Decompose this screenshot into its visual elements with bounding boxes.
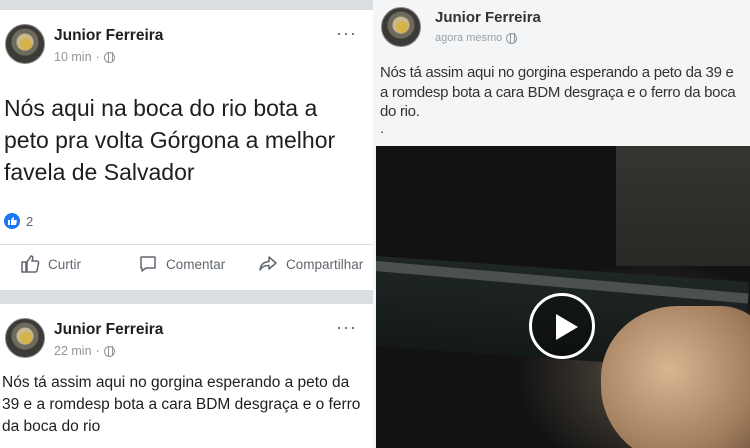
avatar[interactable] [381, 7, 421, 47]
like-button[interactable]: Curtir [20, 254, 81, 274]
post-header: Junior Ferreira 22 min · ··· [0, 304, 373, 364]
more-icon[interactable]: ··· [336, 23, 357, 44]
post-time[interactable]: 10 min [54, 50, 92, 64]
trailing-dot: . [380, 120, 384, 136]
author-name[interactable]: Junior Ferreira [435, 9, 541, 26]
post-text: Nós tá assim aqui no gorgina esperando a… [2, 374, 361, 435]
post-text: Nós aqui na boca do rio bota a peto pra … [4, 95, 336, 185]
divider [0, 244, 373, 245]
comment-icon [140, 256, 156, 272]
post-card: Junior Ferreira 10 min · ··· Nós aqui na… [0, 10, 373, 290]
video-player[interactable] [376, 146, 750, 448]
separator-dot: · [95, 50, 100, 64]
separator-dot: · [95, 344, 100, 358]
play-icon[interactable] [529, 293, 595, 359]
comment-button[interactable]: Comentar [138, 254, 225, 274]
post-text: Nós tá assim aqui no gorgina esperando a… [380, 64, 736, 120]
reaction-count: 2 [26, 213, 34, 229]
avatar[interactable] [5, 318, 45, 358]
feed-left: Junior Ferreira 10 min · ··· Nós aqui na… [0, 0, 373, 448]
post-time[interactable]: 22 min [54, 344, 92, 358]
post-card: Junior Ferreira 22 min · ··· Nós tá assi… [0, 304, 373, 448]
like-icon [21, 255, 40, 273]
more-icon[interactable]: ··· [336, 317, 357, 338]
post-meta: agora mesmo [435, 32, 518, 44]
video-frame-hand [601, 306, 750, 448]
post-header: Junior Ferreira 10 min · ··· [0, 10, 373, 70]
globe-icon [103, 345, 115, 357]
comment-label: Comentar [166, 256, 226, 272]
avatar[interactable] [5, 24, 45, 64]
share-label: Compartilhar [286, 256, 364, 272]
post-actions: Curtir Comentar Compartilhar [0, 254, 373, 284]
reaction-summary[interactable]: 2 [4, 213, 33, 229]
video-frame-object [616, 146, 750, 266]
globe-icon [103, 51, 115, 63]
like-reaction-icon [4, 213, 20, 229]
post-meta: 22 min · [54, 344, 115, 358]
share-button[interactable]: Compartilhar [258, 254, 363, 274]
author-name[interactable]: Junior Ferreira [54, 321, 163, 339]
globe-icon [506, 32, 518, 44]
like-label: Curtir [48, 256, 81, 272]
post-meta: 10 min · [54, 50, 115, 64]
share-icon [259, 256, 277, 271]
post-time[interactable]: agora mesmo [435, 32, 502, 44]
author-name[interactable]: Junior Ferreira [54, 27, 163, 45]
